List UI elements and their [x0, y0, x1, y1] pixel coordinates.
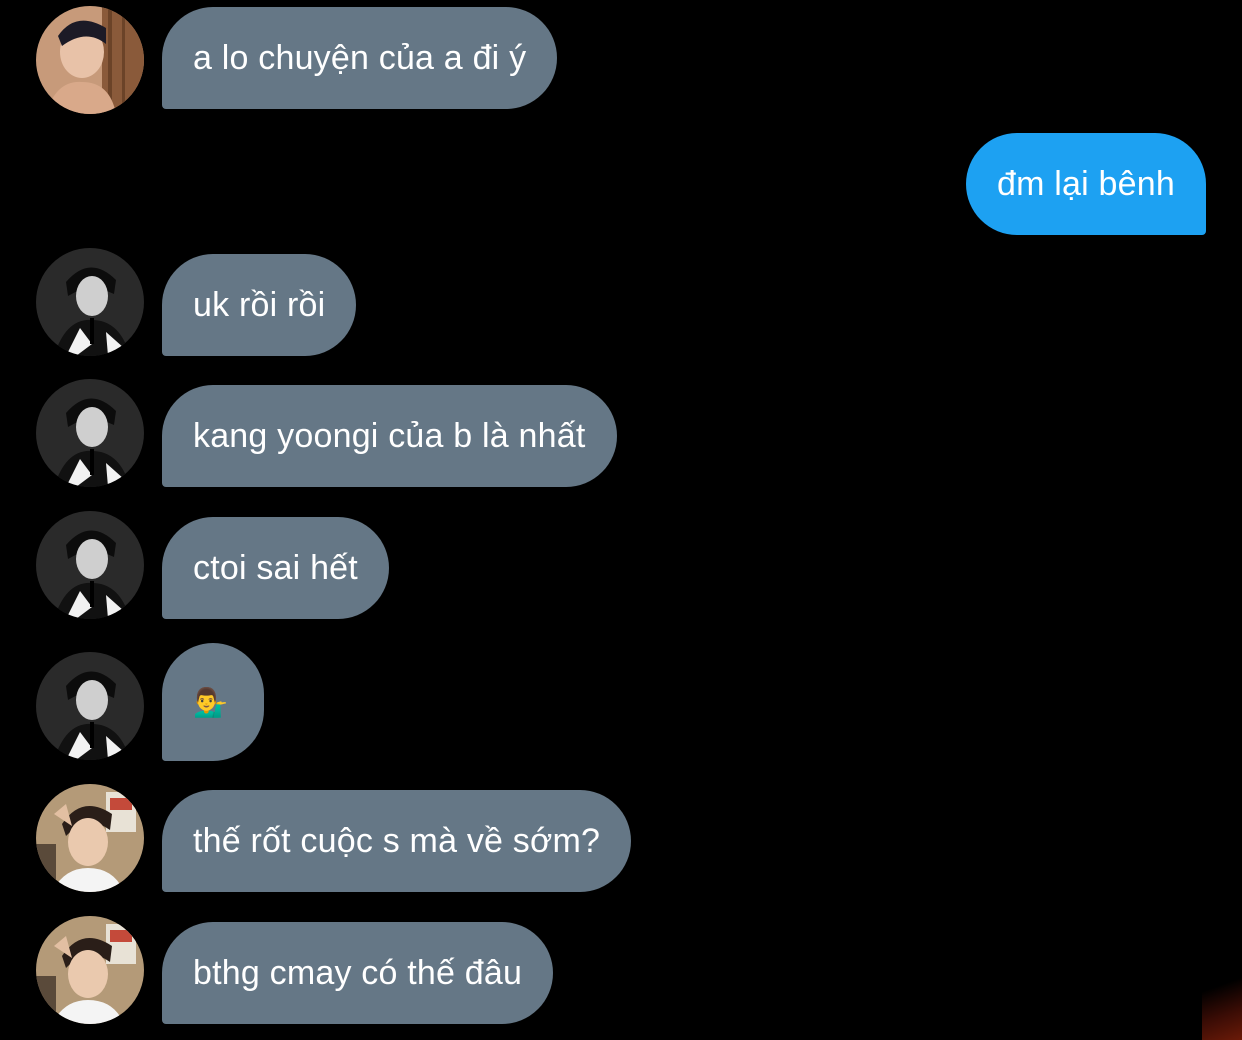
- message-row: uk rồi rồi: [0, 248, 1242, 356]
- message-text: đm lại bênh: [997, 164, 1175, 203]
- incoming-emoji-bubble[interactable]: 💁‍♂️: [162, 643, 264, 761]
- avatar-bw-suit-image: [36, 652, 144, 760]
- message-text: thế rốt cuộc s mà về sớm?: [193, 821, 601, 860]
- message-row: đm lại bênh: [0, 133, 1242, 235]
- sender-avatar[interactable]: [36, 248, 144, 356]
- avatar-bw-suit-image: [36, 511, 144, 619]
- incoming-message-bubble[interactable]: thế rốt cuộc s mà về sớm?: [162, 790, 632, 892]
- avatar-selfie-image: [36, 784, 144, 892]
- incoming-message-bubble[interactable]: ctoi sai hết: [162, 517, 389, 619]
- message-text: ctoi sai hết: [193, 548, 358, 587]
- incoming-message-bubble[interactable]: kang yoongi của b là nhất: [162, 385, 617, 487]
- message-row: thế rốt cuộc s mà về sớm?: [0, 784, 1242, 892]
- avatar-bw-suit-image: [36, 379, 144, 487]
- avatar-bw-suit-image: [36, 248, 144, 356]
- message-text: a lo chuyện của a đi ý: [193, 38, 527, 77]
- message-text: uk rồi rồi: [193, 285, 326, 324]
- sender-avatar[interactable]: [36, 652, 144, 760]
- sender-avatar[interactable]: [36, 511, 144, 619]
- background-glow: [1202, 950, 1242, 1040]
- incoming-message-bubble[interactable]: a lo chuyện của a đi ý: [162, 7, 558, 109]
- sender-avatar[interactable]: [36, 379, 144, 487]
- message-text: kang yoongi của b là nhất: [193, 416, 586, 455]
- message-text: bthg cmay có thế đâu: [193, 953, 523, 992]
- message-row: kang yoongi của b là nhất: [0, 379, 1242, 487]
- incoming-message-bubble[interactable]: bthg cmay có thế đâu: [162, 922, 554, 1024]
- message-row: 💁‍♂️: [0, 643, 1242, 761]
- incoming-message-bubble[interactable]: uk rồi rồi: [162, 254, 357, 356]
- message-row: bthg cmay có thế đâu: [0, 916, 1242, 1024]
- message-row: a lo chuyện của a đi ý: [0, 6, 1242, 114]
- message-row: ctoi sai hết: [0, 511, 1242, 619]
- message-emoji: 💁‍♂️: [193, 686, 229, 718]
- outgoing-message-bubble[interactable]: đm lại bênh: [966, 133, 1206, 235]
- avatar-selfie-image: [36, 916, 144, 1024]
- sender-avatar[interactable]: [36, 6, 144, 114]
- sender-avatar[interactable]: [36, 784, 144, 892]
- avatar-woodwall-image: [36, 6, 144, 114]
- sender-avatar[interactable]: [36, 916, 144, 1024]
